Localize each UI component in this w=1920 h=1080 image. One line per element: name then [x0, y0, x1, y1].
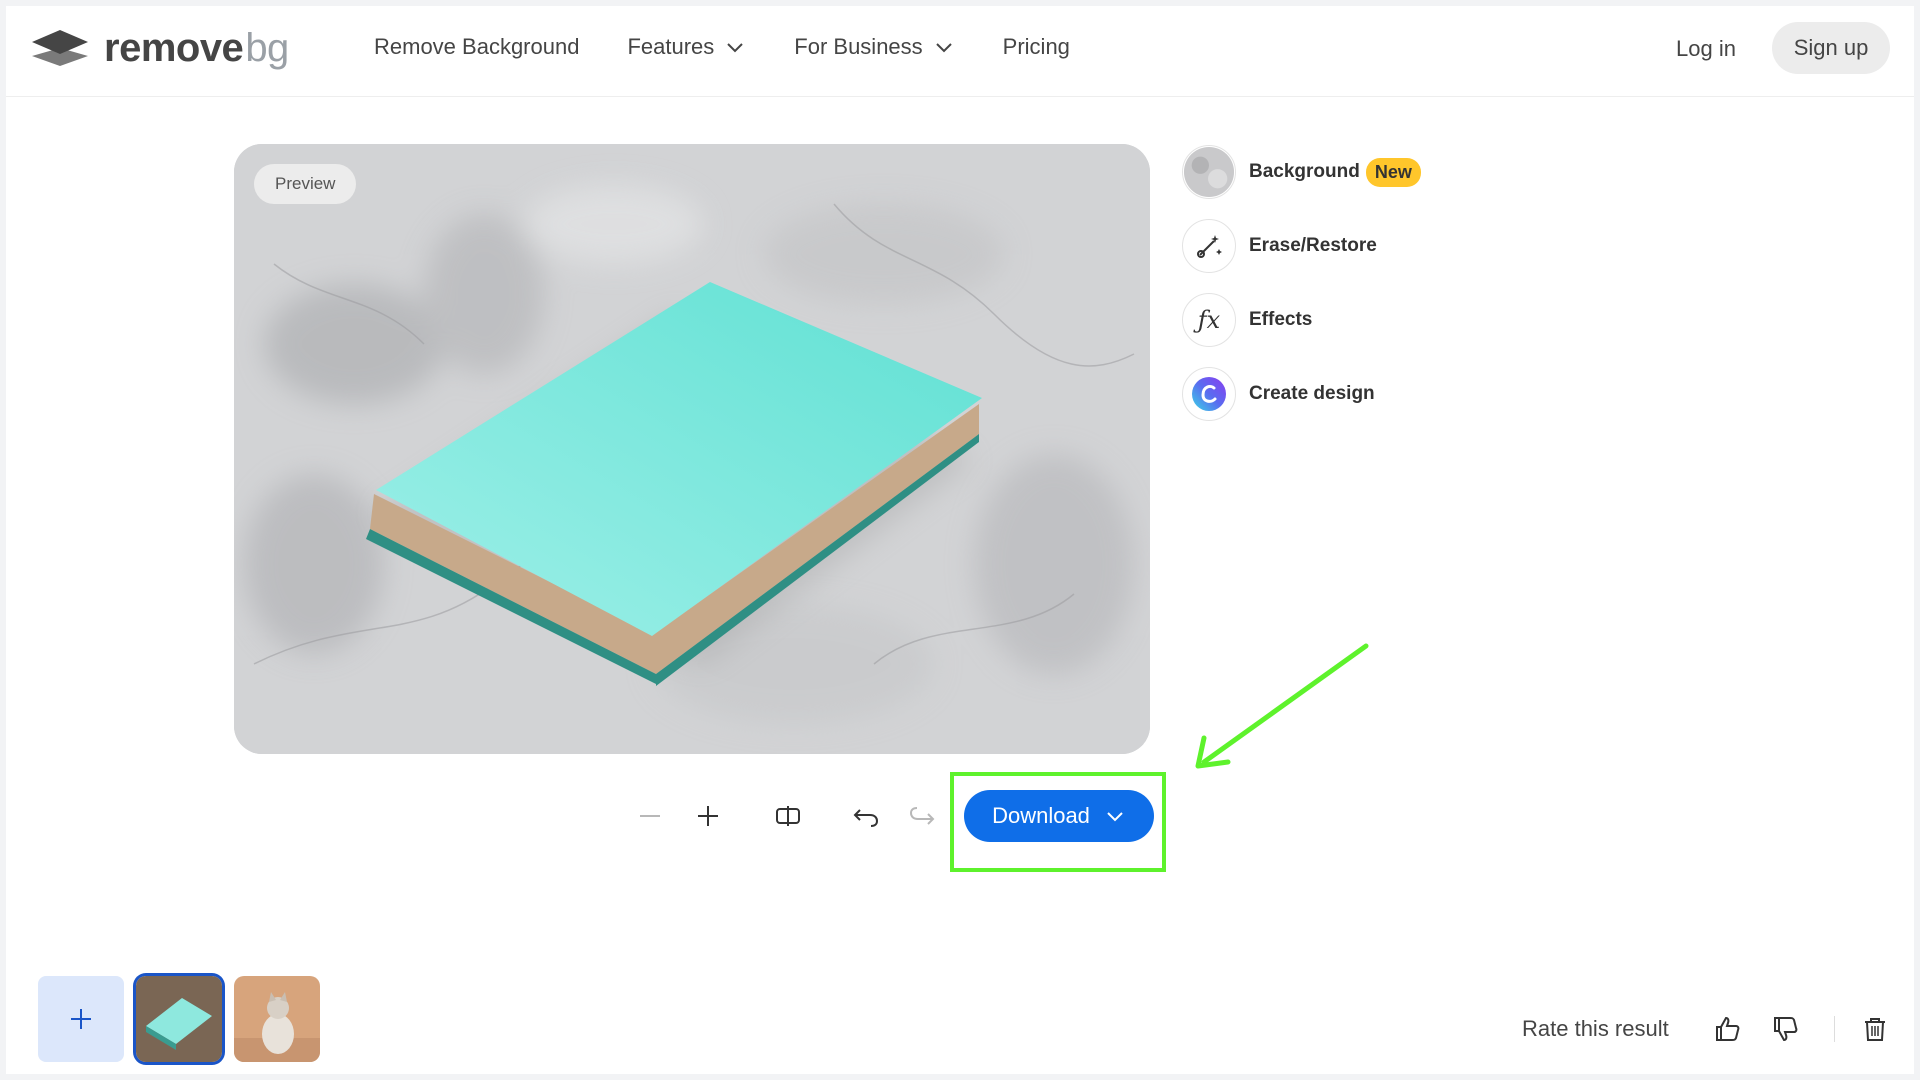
app-frame: removebg Remove Background Features For …	[6, 6, 1914, 1074]
main-nav: Remove Background Features For Business …	[374, 34, 1118, 60]
tool-effects[interactable]: ƒx Effects	[1182, 292, 1421, 348]
logo[interactable]: removebg	[30, 26, 289, 70]
logo-layers-icon	[32, 30, 88, 66]
tool-background[interactable]: Background New	[1182, 144, 1421, 200]
edit-tools: Background New Erase/Restore ƒx Effects …	[1182, 144, 1421, 440]
nav-for-business[interactable]: For Business	[794, 34, 954, 60]
book-thumbnail[interactable]	[136, 976, 222, 1062]
divider	[1834, 1016, 1835, 1042]
tool-label: Effects	[1249, 309, 1313, 330]
login-link[interactable]: Log in	[1676, 36, 1736, 62]
zoom-out-icon[interactable]	[634, 800, 666, 832]
fx-icon: ƒx	[1182, 293, 1236, 347]
chevron-down-icon	[727, 43, 743, 53]
logo-suffix: bg	[245, 26, 289, 70]
undo-icon[interactable]	[850, 800, 882, 832]
redo-icon[interactable]	[906, 800, 938, 832]
chevron-down-icon	[935, 43, 952, 53]
canva-logo-icon	[1182, 367, 1236, 421]
preview-badge: Preview	[254, 164, 357, 204]
book-on-marble-image	[234, 144, 1150, 754]
nav-pricing[interactable]: Pricing	[1003, 34, 1070, 60]
zoom-in-icon[interactable]	[692, 800, 724, 832]
background-thumbnail-icon	[1182, 145, 1236, 199]
nav-remove-background[interactable]: Remove Background	[374, 34, 579, 60]
tool-create-design[interactable]: Create design	[1182, 366, 1421, 422]
plus-icon	[71, 1009, 91, 1029]
nav-label: Pricing	[1002, 34, 1070, 59]
tool-label: Background	[1249, 161, 1360, 182]
signup-button[interactable]: Sign up	[1772, 22, 1890, 74]
image-preview: Preview	[234, 144, 1150, 754]
tool-label: Create design	[1249, 383, 1375, 404]
logo-word: remove	[104, 26, 244, 70]
nav-label: Features	[627, 34, 715, 59]
logo-text: removebg	[104, 26, 289, 70]
thumbs-down-icon[interactable]	[1770, 1014, 1800, 1044]
trash-icon[interactable]	[1860, 1014, 1890, 1044]
pointer-arrow-icon	[1195, 643, 1369, 769]
cat-thumbnail[interactable]	[234, 976, 320, 1062]
compare-icon[interactable]	[772, 800, 804, 832]
highlight-box	[950, 772, 1166, 872]
new-badge: New	[1365, 157, 1421, 187]
magic-brush-icon	[1182, 219, 1236, 273]
nav-features[interactable]: Features	[627, 34, 746, 60]
nav-label: For Business	[794, 34, 923, 59]
nav-label: Remove Background	[374, 34, 580, 59]
add-image-button[interactable]	[38, 976, 124, 1062]
tool-erase-restore[interactable]: Erase/Restore	[1182, 218, 1421, 274]
thumbs-up-icon[interactable]	[1712, 1014, 1742, 1044]
tool-label: Erase/Restore	[1249, 235, 1377, 256]
rate-result-label: Rate this result	[1522, 1016, 1669, 1041]
top-header: removebg Remove Background Features For …	[6, 6, 1914, 97]
